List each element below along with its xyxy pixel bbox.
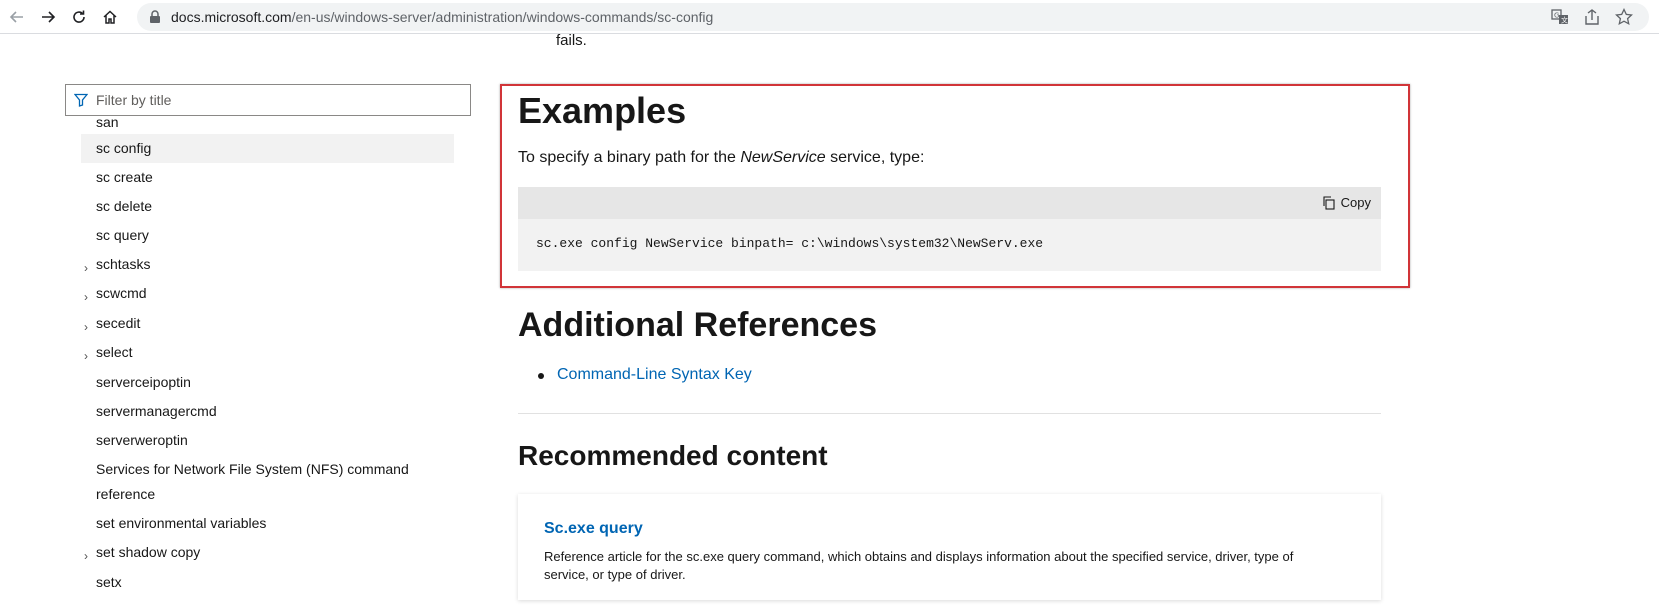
toc-item-label: sc query: [96, 227, 149, 243]
toc-item-serverceipoptin[interactable]: serverceipoptin: [81, 372, 454, 392]
copy-label: Copy: [1340, 195, 1371, 210]
card-description-line: Reference article for the sc.exe query c…: [544, 549, 1294, 564]
copy-icon: [1323, 195, 1335, 210]
translate-icon[interactable]: G文: [1551, 8, 1569, 26]
filter-box[interactable]: [65, 84, 471, 116]
toc-item-label: schtasks: [96, 256, 151, 272]
browser-toolbar: docs.microsoft.com/en-us/windows-server/…: [0, 0, 1659, 34]
toc-item-label: scwcmd: [96, 285, 147, 301]
toc-item-nfs-reference[interactable]: Services for Network File System (NFS) c…: [81, 459, 454, 479]
url-text[interactable]: docs.microsoft.com/en-us/windows-server/…: [171, 9, 713, 25]
chevron-right-icon: ›: [84, 549, 88, 563]
copy-button[interactable]: Copy: [1322, 195, 1371, 210]
card-description-line: service, or type of driver.: [544, 567, 686, 582]
card-description: Reference article for the sc.exe query c…: [544, 548, 1364, 584]
toc-item-label: san: [96, 119, 119, 130]
back-icon[interactable]: [5, 5, 29, 29]
examples-intro-text: To specify a binary path for the: [518, 149, 741, 166]
toc-item-serverweroptin[interactable]: serverweroptin: [81, 430, 454, 450]
card-title-link[interactable]: Sc.exe query: [544, 520, 643, 538]
chevron-right-icon: ›: [84, 290, 88, 304]
toc-item-sc-create[interactable]: sc create: [81, 167, 454, 187]
code-header: Copy: [518, 187, 1381, 219]
toc-item-label: serverweroptin: [96, 432, 188, 448]
bookmark-star-icon[interactable]: [1615, 8, 1633, 26]
toc-item-secedit[interactable]: › secedit: [81, 313, 454, 334]
chevron-right-icon: ›: [84, 261, 88, 275]
toc-item-schtasks[interactable]: › schtasks: [81, 254, 454, 275]
toc-item-set-environmental-variables[interactable]: set environmental variables: [81, 513, 454, 533]
toc-item-nfs-reference-cont[interactable]: reference: [81, 484, 454, 504]
code-block: Copy sc.exe config NewService binpath= c…: [518, 187, 1381, 271]
toc-item-setx[interactable]: setx: [81, 572, 454, 592]
reload-icon[interactable]: [67, 5, 91, 29]
section-divider: [518, 413, 1381, 414]
examples-intro-text-end: service, type:: [825, 149, 925, 166]
toc-item-sc-delete[interactable]: sc delete: [81, 196, 454, 216]
toc-item-label: set environmental variables: [96, 515, 267, 531]
toc-item-sc-config[interactable]: sc config: [81, 134, 454, 163]
recommended-content-heading: Recommended content: [518, 440, 828, 471]
previous-section-fragment: fails.: [556, 32, 587, 49]
toc-item-label: sc delete: [96, 198, 153, 214]
toc-item-set-shadow-copy[interactable]: › set shadow copy: [81, 542, 454, 563]
toc-item-servermanagercmd[interactable]: servermanagercmd: [81, 401, 454, 421]
svg-text:G: G: [1554, 12, 1559, 20]
recommended-card[interactable]: Sc.exe query Reference article for the s…: [518, 494, 1381, 600]
svg-text:文: 文: [1561, 16, 1568, 25]
toc-item-label: setx: [96, 574, 122, 590]
lock-icon[interactable]: [149, 10, 161, 29]
toc-item-label: set shadow copy: [96, 544, 201, 560]
command-line-syntax-key-link[interactable]: Command-Line Syntax Key: [557, 366, 752, 384]
examples-heading: Examples: [518, 90, 687, 131]
toc-item-label: select: [96, 344, 133, 360]
chevron-right-icon: ›: [84, 320, 88, 334]
forward-icon[interactable]: [36, 5, 60, 29]
share-icon[interactable]: [1583, 8, 1601, 26]
toc-item-san[interactable]: san: [81, 119, 454, 132]
toc-item-label: sc create: [96, 169, 153, 185]
home-icon[interactable]: [98, 5, 122, 29]
toc-item-label: reference: [96, 486, 156, 502]
examples-intro-emphasis: NewService: [740, 149, 826, 166]
address-bar[interactable]: docs.microsoft.com/en-us/windows-server/…: [137, 3, 1649, 31]
filter-icon: [73, 93, 89, 112]
examples-intro: To specify a binary path for the NewServ…: [518, 149, 924, 167]
toc-item-label: serverceipoptin: [96, 374, 191, 390]
toc-item-sc-query[interactable]: sc query: [81, 225, 454, 245]
list-bullet: [538, 373, 544, 379]
toc-item-label: sc config: [96, 140, 152, 156]
toc-item-label: secedit: [96, 315, 141, 331]
toc-item-select[interactable]: › select: [81, 342, 454, 363]
additional-references-heading: Additional References: [518, 306, 877, 344]
toc-item-label: servermanagercmd: [96, 403, 217, 419]
toc-item-label: Services for Network File System (NFS) c…: [96, 461, 409, 477]
code-text: sc.exe config NewService binpath= c:\win…: [536, 236, 1044, 251]
chevron-right-icon: ›: [84, 349, 88, 363]
table-of-contents: san sc config sc create sc delete sc que…: [81, 119, 455, 609]
toc-item-scwcmd[interactable]: › scwcmd: [81, 283, 454, 304]
filter-by-title-input[interactable]: [96, 86, 466, 114]
